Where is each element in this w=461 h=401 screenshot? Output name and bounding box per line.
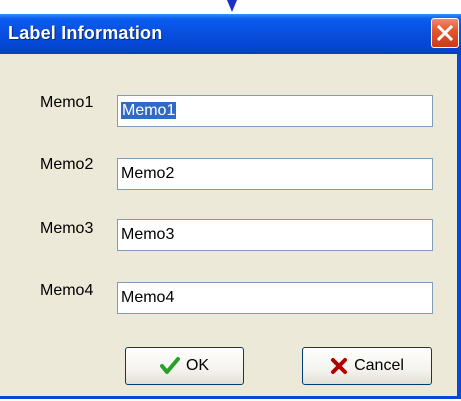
ok-button-label: OK [185, 357, 210, 374]
label-information-dialog: Label Information Memo1 Memo1 Memo2 Memo… [0, 14, 461, 399]
memo2-field-value: Memo2 [121, 165, 175, 182]
memo4-field-value: Memo4 [121, 289, 175, 306]
memo4-label: Memo4 [40, 282, 94, 299]
title-bar[interactable]: Label Information [0, 14, 461, 54]
memo3-field[interactable]: Memo3 [117, 219, 433, 251]
memo4-field[interactable]: Memo4 [117, 282, 433, 314]
memo1-field[interactable]: Memo1 [117, 95, 433, 127]
close-button[interactable] [431, 18, 459, 48]
memo3-label: Memo3 [40, 220, 94, 237]
cross-icon [331, 358, 348, 374]
memo2-label: Memo2 [40, 156, 94, 173]
memo1-field-value: Memo1 [121, 102, 177, 119]
memo1-label: Memo1 [40, 94, 94, 111]
arrow-down-icon [227, 0, 237, 12]
memo2-field[interactable]: Memo2 [117, 158, 433, 190]
close-icon [437, 25, 453, 41]
ok-button[interactable]: OK [125, 347, 244, 385]
cancel-button[interactable]: Cancel [302, 347, 432, 385]
memo3-field-value: Memo3 [121, 226, 175, 243]
checkmark-icon [159, 357, 180, 374]
cancel-button-label: Cancel [354, 357, 404, 374]
window-title: Label Information [8, 23, 163, 43]
